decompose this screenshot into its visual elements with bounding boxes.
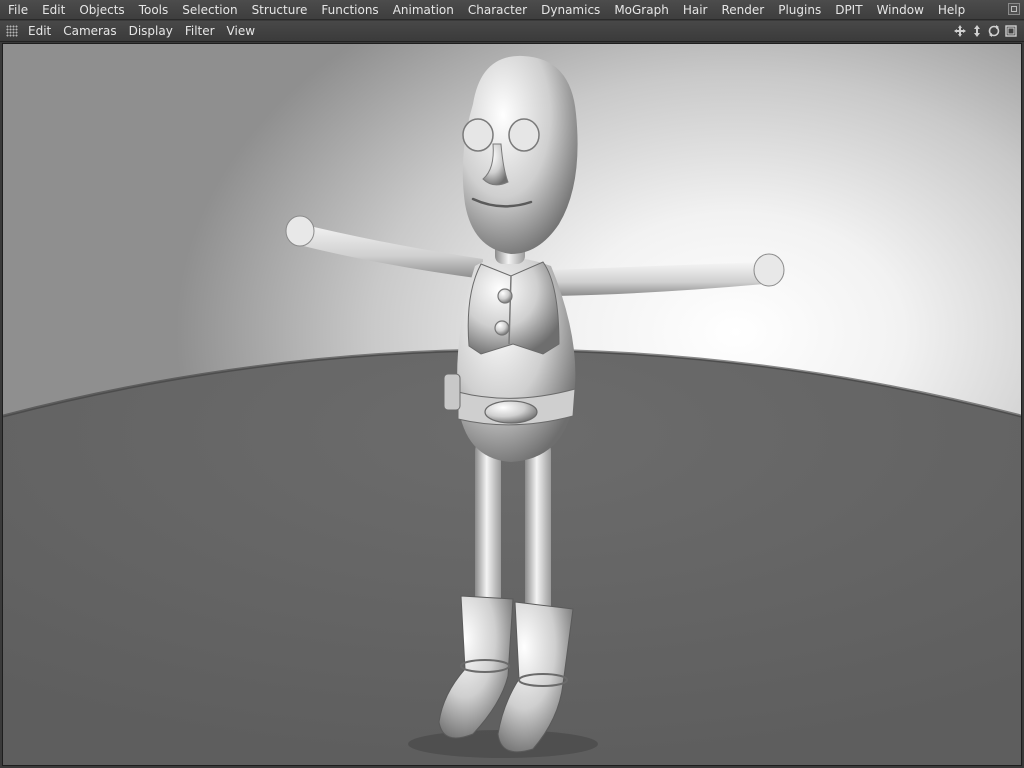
menu-help[interactable]: Help xyxy=(931,0,972,20)
left-hand-cuff xyxy=(285,215,315,247)
left-eye xyxy=(462,118,494,152)
menu-selection[interactable]: Selection xyxy=(175,0,244,20)
right-arm xyxy=(553,262,765,296)
menu-plugins[interactable]: Plugins xyxy=(771,0,828,20)
3d-viewport[interactable] xyxy=(2,43,1022,766)
menu-mograph[interactable]: MoGraph xyxy=(607,0,676,20)
move-icon[interactable] xyxy=(953,24,967,38)
menu-dynamics[interactable]: Dynamics xyxy=(534,0,607,20)
view-menu-filter[interactable]: Filter xyxy=(179,21,221,42)
menu-render[interactable]: Render xyxy=(714,0,771,20)
main-menubar: File Edit Objects Tools Selection Struct… xyxy=(0,0,1024,20)
menu-window[interactable]: Window xyxy=(870,0,931,20)
rotate-icon[interactable] xyxy=(987,24,1001,38)
menu-hair[interactable]: Hair xyxy=(676,0,715,20)
menu-tools[interactable]: Tools xyxy=(132,0,176,20)
viewport-menubar: Edit Cameras Display Filter View xyxy=(0,21,1024,42)
window-restore-icon[interactable] xyxy=(1008,3,1020,15)
view-menu-edit[interactable]: Edit xyxy=(22,21,57,42)
vest-button-top xyxy=(497,288,513,304)
belt-pouch xyxy=(443,373,461,411)
view-menu-display[interactable]: Display xyxy=(123,21,179,42)
vest xyxy=(467,261,560,355)
viewport-nav-icons xyxy=(953,24,1018,38)
belt-buckle xyxy=(484,400,538,424)
menu-objects[interactable]: Objects xyxy=(72,0,131,20)
right-hand-cuff xyxy=(753,253,785,287)
view-menu-view[interactable]: View xyxy=(221,21,261,42)
vest-button-bottom xyxy=(494,320,510,336)
menu-edit[interactable]: Edit xyxy=(35,0,72,20)
head xyxy=(462,55,578,254)
right-eye xyxy=(508,118,540,152)
menu-animation[interactable]: Animation xyxy=(386,0,461,20)
menu-functions[interactable]: Functions xyxy=(314,0,385,20)
left-arm xyxy=(293,222,483,279)
scale-icon[interactable] xyxy=(970,24,984,38)
maximize-icon[interactable] xyxy=(1004,24,1018,38)
view-menu-cameras[interactable]: Cameras xyxy=(57,21,122,42)
menu-dpit[interactable]: DPIT xyxy=(828,0,869,20)
menu-file[interactable]: File xyxy=(0,0,35,20)
panel-grip-icon[interactable] xyxy=(6,25,18,37)
menu-structure[interactable]: Structure xyxy=(245,0,315,20)
menu-character[interactable]: Character xyxy=(461,0,534,20)
rendered-scene xyxy=(3,55,1021,765)
